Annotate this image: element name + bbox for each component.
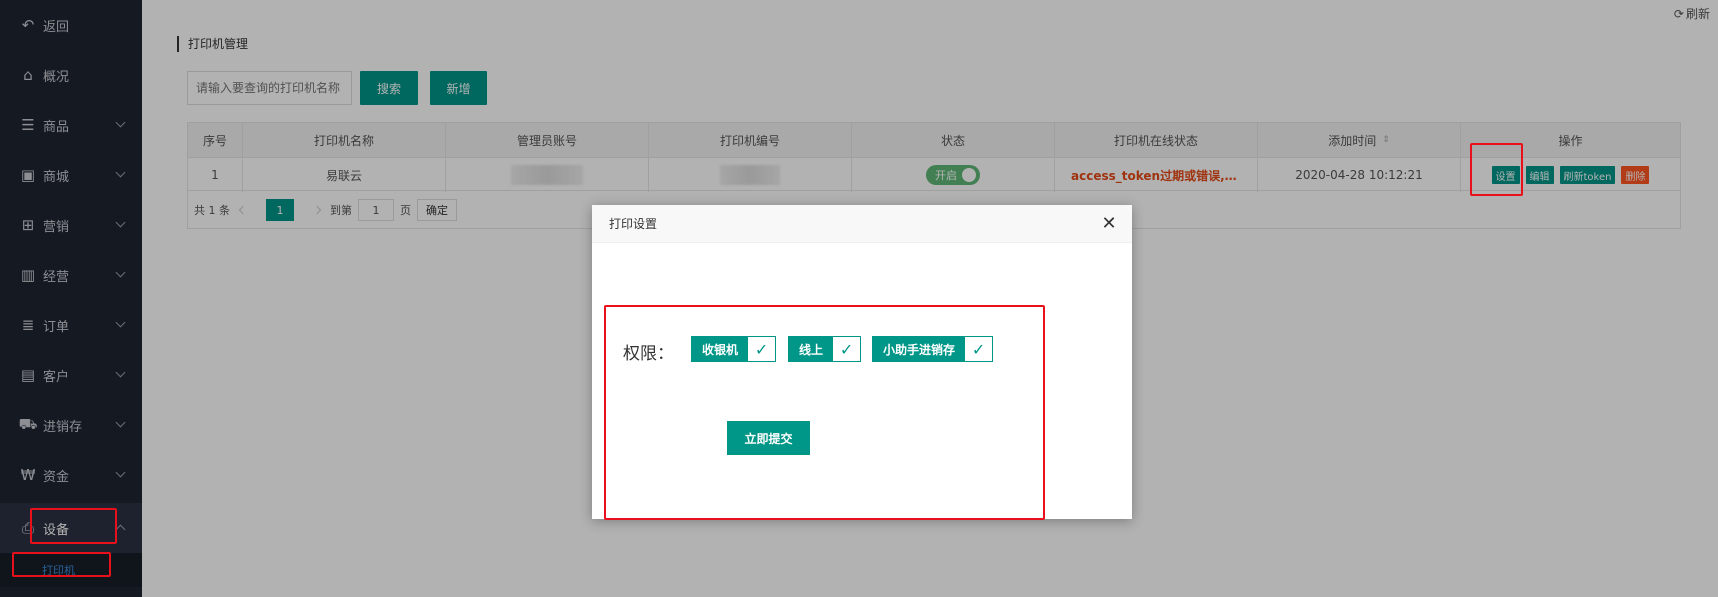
checkbox-label: 收银机 (692, 337, 749, 361)
dialog-header: 打印设置 ✕ (592, 205, 1132, 243)
check-icon: ✓ (965, 337, 993, 361)
annotation-box-settings (1470, 143, 1523, 196)
annotation-box-printer (12, 552, 111, 577)
print-settings-dialog: 打印设置 ✕ 权限： 收银机 ✓ 线上 ✓ 小助手进销存 ✓ 立即提交 (592, 205, 1132, 520)
close-icon[interactable]: ✕ (1100, 215, 1118, 233)
checkbox-online[interactable]: 线上 ✓ (788, 336, 862, 362)
check-icon: ✓ (748, 337, 776, 361)
checkbox-label: 小助手进销存 (873, 337, 966, 361)
checkbox-cashier[interactable]: 收银机 ✓ (691, 336, 777, 362)
checkbox-assistant-inventory[interactable]: 小助手进销存 ✓ (872, 336, 994, 362)
checkbox-label: 线上 (789, 337, 834, 361)
annotation-box-devices (30, 508, 117, 544)
submit-button[interactable]: 立即提交 (727, 421, 810, 455)
check-icon: ✓ (833, 337, 861, 361)
dialog-title: 打印设置 (609, 217, 658, 231)
permission-label: 权限： (623, 344, 674, 364)
